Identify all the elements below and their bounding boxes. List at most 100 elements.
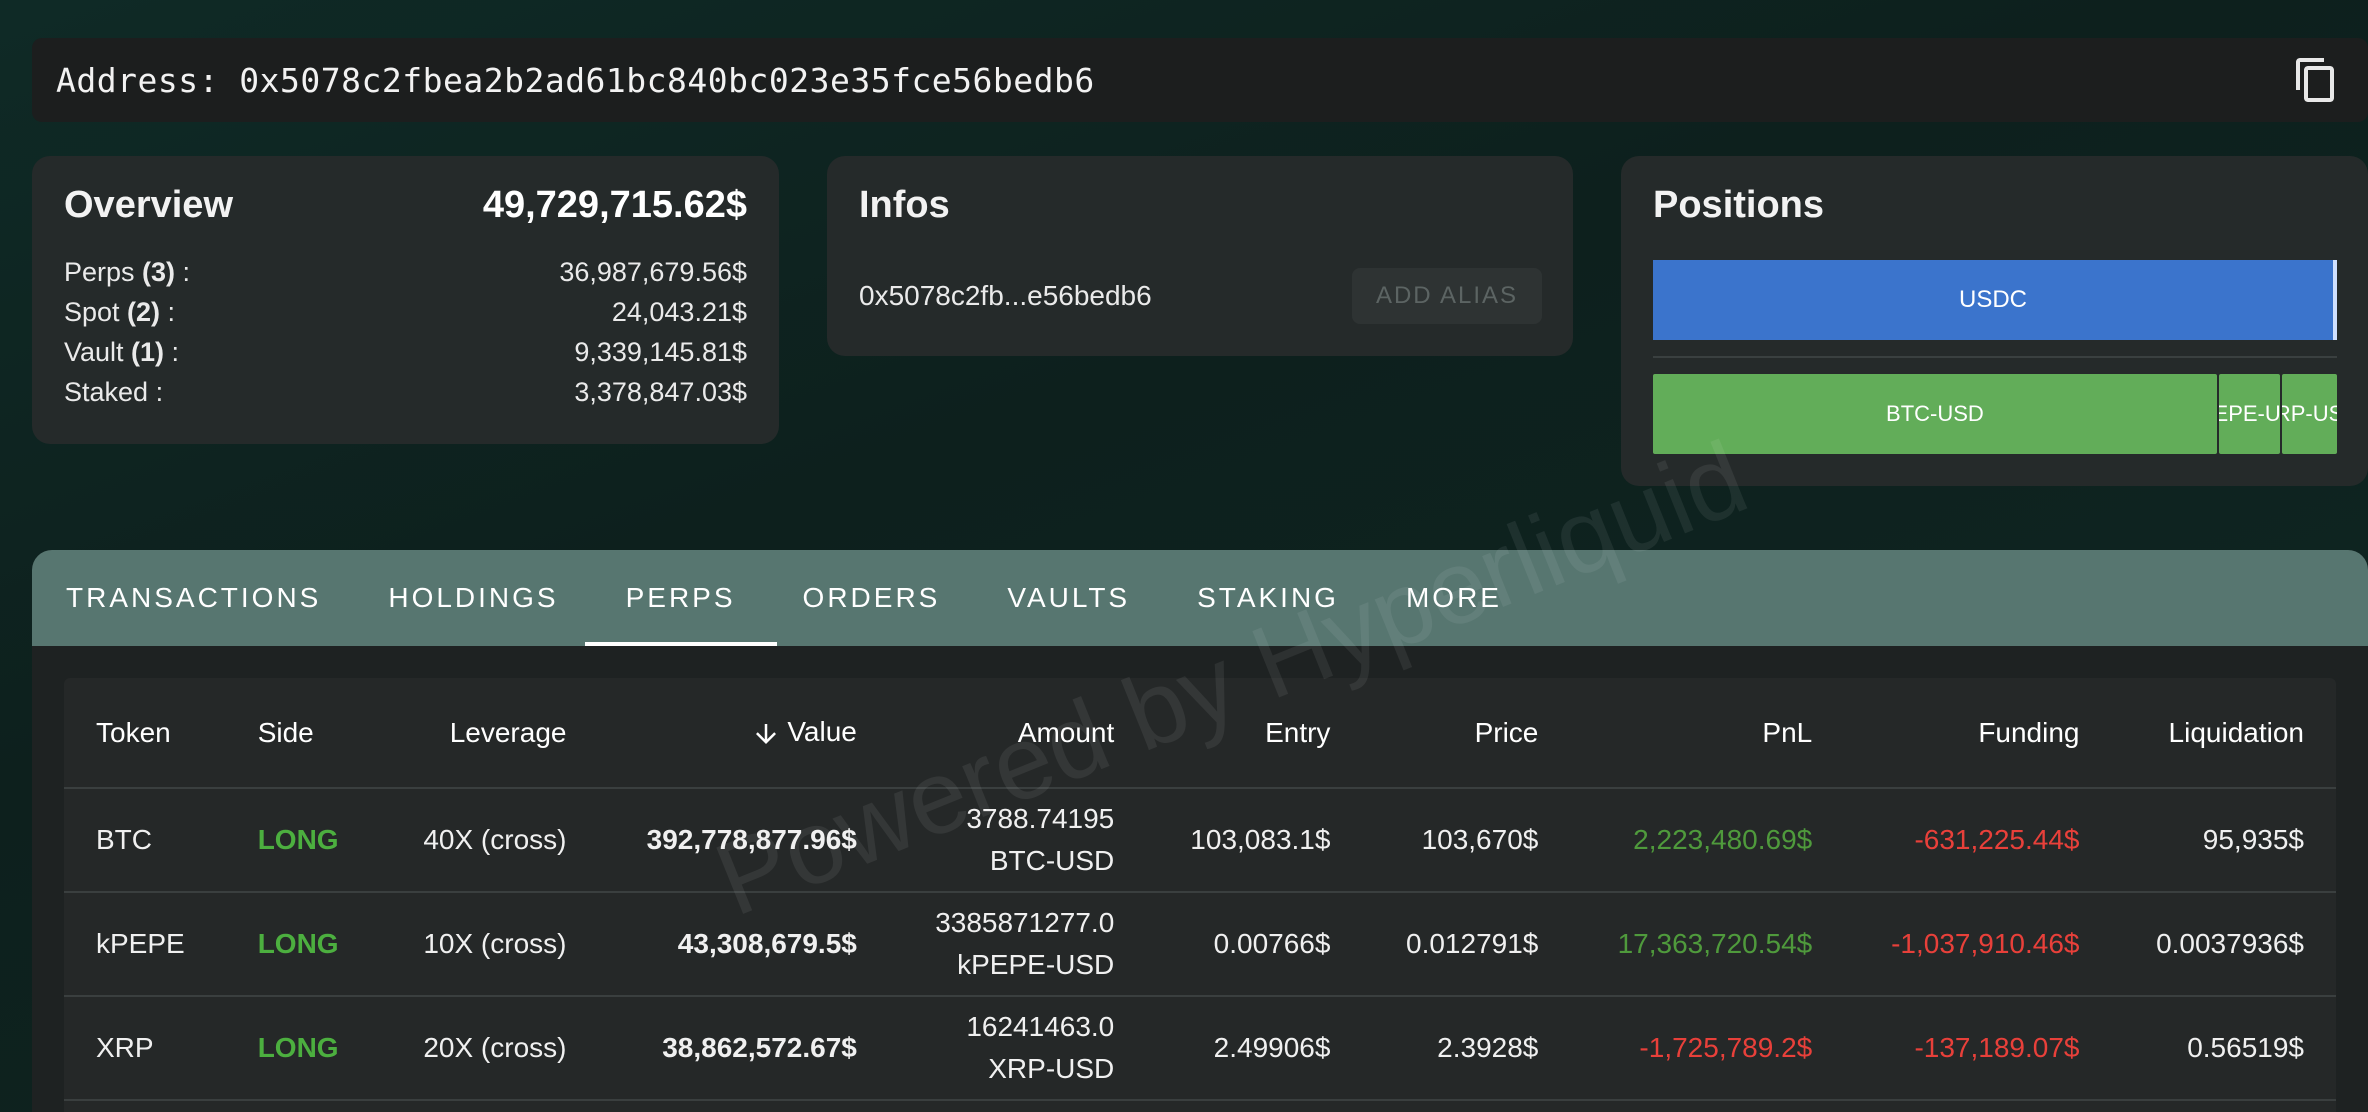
cell-pnl: 2,223,480.69$: [1570, 788, 1844, 892]
column-header-label: Token: [96, 717, 171, 748]
column-header-label: PnL: [1762, 717, 1812, 748]
perps-table: Token Side Leverage Value Amount Entry Price Pn…: [64, 678, 2336, 1101]
cell-side: LONG: [226, 788, 379, 892]
column-header-amount[interactable]: Amount: [889, 678, 1146, 788]
cell-funding: -1,037,910.46$: [1844, 892, 2111, 996]
cell-pnl: 17,363,720.54$: [1570, 892, 1844, 996]
overview-title: Overview: [64, 184, 233, 227]
table-row[interactable]: XRPLONG20X (cross)38,862,572.67$16241463…: [64, 996, 2336, 1100]
short-address: 0x5078c2fb...e56bedb6: [859, 280, 1152, 312]
amount-quantity: 16241463.0: [921, 1006, 1114, 1048]
column-header-label: Price: [1475, 717, 1539, 748]
position-bars-perps: BTC-USDkPEPE-USDXRP-USD: [1653, 374, 2337, 454]
column-header-label: Entry: [1265, 717, 1330, 748]
column-header-side[interactable]: Side: [226, 678, 379, 788]
overview-row-value: 36,987,679.56$: [559, 257, 747, 288]
overview-row-value: 24,043.21$: [612, 297, 747, 328]
amount-quantity: 3385871277.0: [921, 902, 1114, 944]
cell-amount: 3385871277.0kPEPE-USD: [889, 892, 1146, 996]
column-header-leverage[interactable]: Leverage: [379, 678, 598, 788]
position-bar[interactable]: BTC-USD: [1653, 374, 2217, 454]
amount-unit: kPEPE-USD: [921, 944, 1114, 986]
cell-value: 43,308,679.5$: [598, 892, 888, 996]
positions-title: Positions: [1653, 184, 1824, 227]
cell-value: 38,862,572.67$: [598, 996, 888, 1100]
table-row[interactable]: kPEPELONG10X (cross)43,308,679.5$3385871…: [64, 892, 2336, 996]
cell-funding: -631,225.44$: [1844, 788, 2111, 892]
overview-rows: Perps (3) : 36,987,679.56$ Spot (2) : 24,04…: [64, 252, 747, 412]
column-header-value[interactable]: Value: [598, 678, 888, 788]
divider: [1653, 356, 2337, 358]
perps-table-container: Token Side Leverage Value Amount Entry Price Pn…: [64, 678, 2336, 1112]
overview-row-value: 3,378,847.03$: [574, 377, 747, 408]
overview-row-name: Staked: [64, 377, 156, 407]
position-bar[interactable]: XRP-USD: [2282, 374, 2337, 454]
cell-liquidation: 95,935$: [2112, 788, 2337, 892]
cell-price: 103,670$: [1362, 788, 1570, 892]
tab-transactions[interactable]: TRANSACTIONS: [66, 550, 321, 646]
amount-quantity: 3788.74195: [921, 798, 1114, 840]
column-header-label: Funding: [1978, 717, 2079, 748]
position-bar-usdc[interactable]: USDC: [1653, 260, 2337, 340]
column-header-pnl[interactable]: PnL: [1570, 678, 1844, 788]
cell-leverage: 10X (cross): [379, 892, 598, 996]
tabs-panel: TRANSACTIONS HOLDINGS PERPS ORDERS VAULTS STA…: [32, 550, 2368, 1112]
address-bar: Address: 0x5078c2fbea2b2ad61bc840bc023e3…: [32, 38, 2368, 122]
column-header-funding[interactable]: Funding: [1844, 678, 2111, 788]
cell-value: 392,778,877.96$: [598, 788, 888, 892]
column-header-entry[interactable]: Entry: [1146, 678, 1362, 788]
cell-amount: 16241463.0XRP-USD: [889, 996, 1146, 1100]
cell-token: kPEPE: [64, 892, 226, 996]
cell-entry: 103,083.1$: [1146, 788, 1362, 892]
column-header-label: Value: [787, 716, 857, 747]
overview-row-value: 9,339,145.81$: [574, 337, 747, 368]
overview-row-suffix: :: [160, 297, 175, 327]
cell-liquidation: 0.0037936$: [2112, 892, 2337, 996]
tab-staking[interactable]: STAKING: [1197, 550, 1339, 646]
tab-more[interactable]: MORE: [1406, 550, 1502, 646]
cell-entry: 0.00766$: [1146, 892, 1362, 996]
copy-icon[interactable]: [2292, 56, 2340, 104]
overview-row-label: Vault (1) :: [64, 337, 179, 368]
tab-perps[interactable]: PERPS: [626, 550, 736, 646]
add-alias-button[interactable]: ADD ALIAS: [1352, 268, 1542, 324]
position-bar[interactable]: kPEPE-USD: [2219, 374, 2281, 454]
overview-row-name: Perps: [64, 257, 142, 287]
overview-row: Spot (2) : 24,043.21$: [64, 292, 747, 332]
column-header-price[interactable]: Price: [1362, 678, 1570, 788]
cell-leverage: 40X (cross): [379, 788, 598, 892]
column-header-liquidation[interactable]: Liquidation: [2112, 678, 2337, 788]
cell-amount: 3788.74195BTC-USD: [889, 788, 1146, 892]
infos-card: Infos 0x5078c2fb...e56bedb6 ADD ALIAS: [827, 156, 1573, 356]
overview-card: Overview 49,729,715.62$ Perps (3) : 36,98…: [32, 156, 779, 444]
overview-row: Staked :3,378,847.03$: [64, 372, 747, 412]
column-header-token[interactable]: Token: [64, 678, 226, 788]
amount-unit: BTC-USD: [921, 840, 1114, 882]
cell-leverage: 20X (cross): [379, 996, 598, 1100]
cell-funding: -137,189.07$: [1844, 996, 2111, 1100]
cell-price: 2.3928$: [1362, 996, 1570, 1100]
overview-row: Vault (1) : 9,339,145.81$: [64, 332, 747, 372]
table-body: BTCLONG40X (cross)392,778,877.96$3788.74…: [64, 788, 2336, 1100]
overview-row-count: (2): [127, 297, 160, 327]
column-header-label: Leverage: [450, 717, 567, 748]
cell-entry: 2.49906$: [1146, 996, 1362, 1100]
arrow-down-icon: [751, 719, 781, 749]
cell-price: 0.012791$: [1362, 892, 1570, 996]
overview-total: 49,729,715.62$: [483, 184, 747, 227]
overview-row-count: (3): [142, 257, 175, 287]
column-header-label: Side: [258, 717, 314, 748]
cell-liquidation: 0.56519$: [2112, 996, 2337, 1100]
cell-pnl: -1,725,789.2$: [1570, 996, 1844, 1100]
address-text: Address: 0x5078c2fbea2b2ad61bc840bc023e3…: [56, 61, 1095, 100]
tab-holdings[interactable]: HOLDINGS: [388, 550, 558, 646]
column-header-label: Amount: [1018, 717, 1115, 748]
overview-row-label: Spot (2) :: [64, 297, 175, 328]
overview-row-name: Vault: [64, 337, 131, 367]
table-row[interactable]: BTCLONG40X (cross)392,778,877.96$3788.74…: [64, 788, 2336, 892]
overview-row-suffix: :: [164, 337, 179, 367]
tab-vaults[interactable]: VAULTS: [1007, 550, 1130, 646]
tab-orders[interactable]: ORDERS: [803, 550, 941, 646]
amount-unit: XRP-USD: [921, 1048, 1114, 1090]
cell-side: LONG: [226, 892, 379, 996]
